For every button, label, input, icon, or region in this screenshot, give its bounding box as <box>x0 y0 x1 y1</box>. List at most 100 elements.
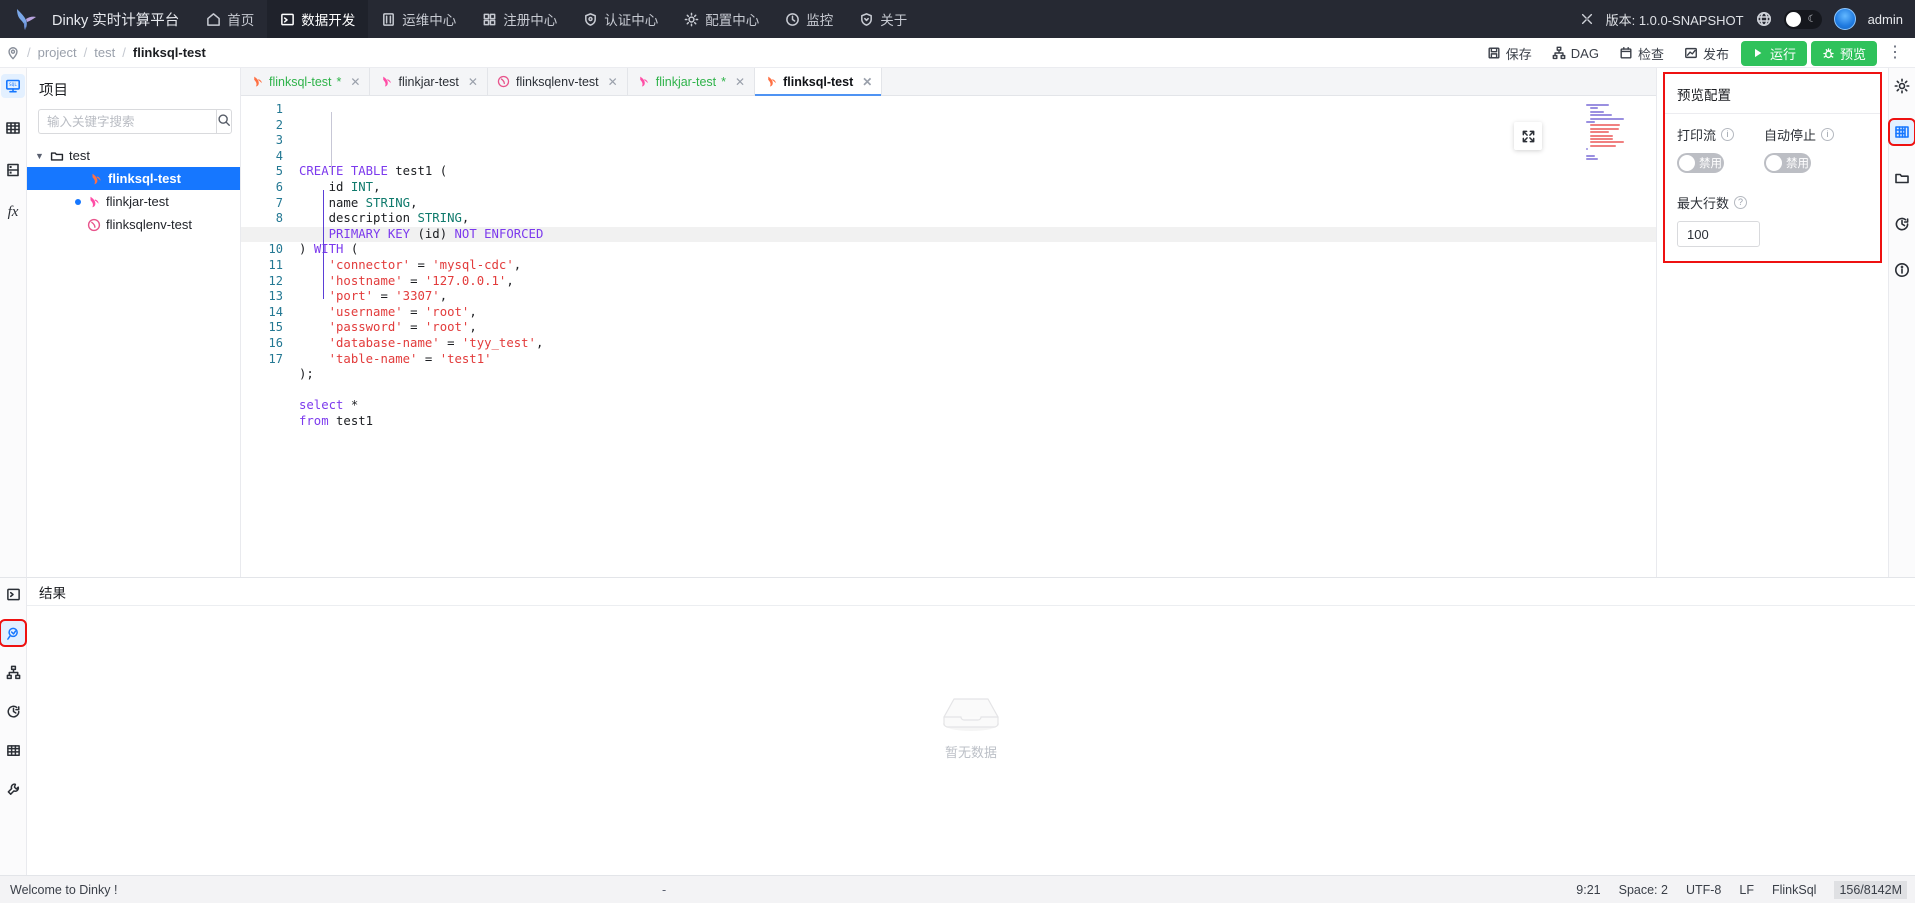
editor-tab-1[interactable]: flinkjar-test ✕ <box>370 68 488 95</box>
code-line[interactable]: from test1 <box>299 414 1656 430</box>
flinksql-file-icon <box>764 75 778 89</box>
close-icon[interactable]: ✕ <box>735 75 745 89</box>
code-line[interactable]: 'password' = 'root', <box>299 320 1656 336</box>
code-line[interactable]: select * <box>299 398 1656 414</box>
avatar[interactable] <box>1833 8 1856 30</box>
theme-toggle[interactable]: ☾ <box>1783 9 1822 29</box>
toggle-knob <box>1766 155 1783 171</box>
code-line[interactable]: 'username' = 'root', <box>299 305 1656 321</box>
status-memory[interactable]: 156/8142M <box>1834 880 1907 899</box>
print-stream-toggle[interactable]: 禁用 <box>1677 153 1724 173</box>
console-icon[interactable] <box>1 582 25 606</box>
nav-item-auth[interactable]: 认证中心 <box>570 0 671 38</box>
code-line[interactable]: 'port' = '3307', <box>299 289 1656 305</box>
nav-item-home[interactable]: 首页 <box>193 0 267 38</box>
preview-button[interactable]: 预览 <box>1810 40 1877 66</box>
sql-catalog-icon[interactable]: SQL <box>1 74 25 98</box>
nav-item-registry-label: 注册中心 <box>503 13 558 28</box>
code-line[interactable]: 'hostname' = '127.0.0.1', <box>299 274 1656 290</box>
nav-item-ops-label: 运维中心 <box>402 13 457 28</box>
info-icon[interactable]: i <box>1721 128 1735 141</box>
status-eol[interactable]: LF <box>1739 883 1754 897</box>
editor-tab-dirty-marker: * <box>721 74 727 89</box>
table-icon[interactable] <box>1 116 25 140</box>
close-icon[interactable]: ✕ <box>350 75 360 89</box>
close-icon[interactable]: ✕ <box>468 75 478 89</box>
nav-item-about[interactable]: 关于 <box>846 0 920 38</box>
nav-item-registry[interactable]: 注册中心 <box>469 0 570 38</box>
info-icon[interactable]: i <box>1821 128 1835 141</box>
nav-item-config[interactable]: 配置中心 <box>671 0 772 38</box>
nav-item-ops[interactable]: 运维中心 <box>368 0 469 38</box>
save-button[interactable]: 保存 <box>1479 42 1540 65</box>
more-actions-button[interactable]: ⋮ <box>1881 45 1909 61</box>
tree-item-label: flinkjar-test <box>106 194 169 209</box>
database-icon[interactable] <box>1 158 25 182</box>
editor-tab-0[interactable]: flinksql-test * ✕ <box>241 68 371 95</box>
chevron-down-icon[interactable]: ▼ <box>35 151 45 161</box>
search-preview-icon[interactable] <box>0 619 27 647</box>
code-line[interactable]: 'database-name' = 'tyy_test', <box>299 336 1656 352</box>
nav-item-config-label: 配置中心 <box>705 13 760 28</box>
code-line[interactable]: id INT, <box>299 180 1656 196</box>
gear-icon[interactable] <box>1890 74 1914 98</box>
publish-button[interactable]: 发布 <box>1676 42 1737 65</box>
code-line[interactable]: CREATE TABLE test1 ( <box>299 164 1656 180</box>
editor-tab-label: flinkjar-test <box>398 74 459 89</box>
dag-button[interactable]: DAG <box>1544 44 1607 63</box>
code-line[interactable]: description STRING, <box>299 211 1656 227</box>
status-language[interactable]: FlinkSql <box>1772 883 1816 897</box>
close-icon[interactable]: ✕ <box>862 75 872 89</box>
fullscreen-toggle-icon[interactable] <box>1580 12 1594 26</box>
code-line[interactable] <box>299 383 1656 399</box>
history-icon[interactable] <box>1 699 25 723</box>
nav-item-monitor[interactable]: 监控 <box>772 0 846 38</box>
status-indent[interactable]: Space: 2 <box>1619 883 1668 897</box>
close-icon[interactable]: ✕ <box>608 75 618 89</box>
info-icon[interactable] <box>1890 258 1914 282</box>
table-config-icon[interactable] <box>1888 118 1915 146</box>
tools-icon[interactable] <box>1 777 25 801</box>
run-button[interactable]: 运行 <box>1740 40 1807 66</box>
minimap-line <box>1590 141 1624 144</box>
minimap-line <box>1590 107 1599 110</box>
preview-config-toggle-row: 打印流 i 禁用 自动停止 i 禁用 <box>1677 125 1868 173</box>
nav-item-data-dev[interactable]: 数据开发 <box>267 0 369 38</box>
editor-action-toolbar: 保存 DAG 检查 发布 运行 预览 ⋮ <box>1479 38 1909 68</box>
editor-tab-4[interactable]: flinksql-test ✕ <box>755 68 883 96</box>
folder-icon[interactable] <box>1890 166 1914 190</box>
check-button[interactable]: 检查 <box>1611 42 1672 65</box>
editor-tab-label: flinksql-test <box>269 74 332 89</box>
code-line[interactable]: ); <box>299 367 1656 383</box>
tree-item-flinkjar-test[interactable]: flinkjar-test <box>27 190 240 213</box>
function-icon[interactable]: fx <box>1 200 25 224</box>
status-cursor-position[interactable]: 9:21 <box>1576 883 1600 897</box>
code-line[interactable]: name STRING, <box>299 196 1656 212</box>
tree-item-flinksqlenv-test[interactable]: flinksqlenv-test <box>27 213 240 236</box>
max-rows-input[interactable]: 100 <box>1677 221 1760 247</box>
theme-toggle-knob <box>1785 11 1801 27</box>
line-number: 10 <box>268 242 283 257</box>
lineage-icon[interactable] <box>1 660 25 684</box>
question-mark-icon[interactable]: ? <box>1734 196 1748 209</box>
editor-tab-2[interactable]: flinksqlenv-test ✕ <box>487 68 628 95</box>
table-result-icon[interactable] <box>1 738 25 762</box>
editor-fullscreen-button[interactable] <box>1514 122 1542 150</box>
code-line[interactable]: 'connector' = 'mysql-cdc', <box>299 258 1656 274</box>
history-icon[interactable] <box>1890 212 1914 236</box>
tree-item-flinksql-test[interactable]: flinksql-test <box>27 167 240 190</box>
tree-item-test-folder[interactable]: ▼ test <box>27 144 240 167</box>
status-encoding[interactable]: UTF-8 <box>1686 883 1721 897</box>
search-input[interactable] <box>38 109 216 134</box>
breadcrumb-item-test[interactable]: test <box>94 45 115 60</box>
status-welcome: Welcome to Dinky ! <box>10 882 118 897</box>
breadcrumb-item-project[interactable]: project <box>38 45 77 60</box>
code-line[interactable]: ) WITH ( <box>299 242 1656 258</box>
tab-result[interactable]: 结果 <box>39 582 66 602</box>
auto-stop-toggle[interactable]: 禁用 <box>1764 153 1812 173</box>
code-line[interactable]: PRIMARY KEY (id) NOT ENFORCED <box>299 227 1656 243</box>
search-button[interactable] <box>216 109 232 134</box>
editor-tab-3[interactable]: flinkjar-test * ✕ <box>627 68 756 95</box>
code-line[interactable]: 'table-name' = 'test1' <box>299 352 1656 368</box>
language-globe-icon[interactable] <box>1756 11 1772 27</box>
